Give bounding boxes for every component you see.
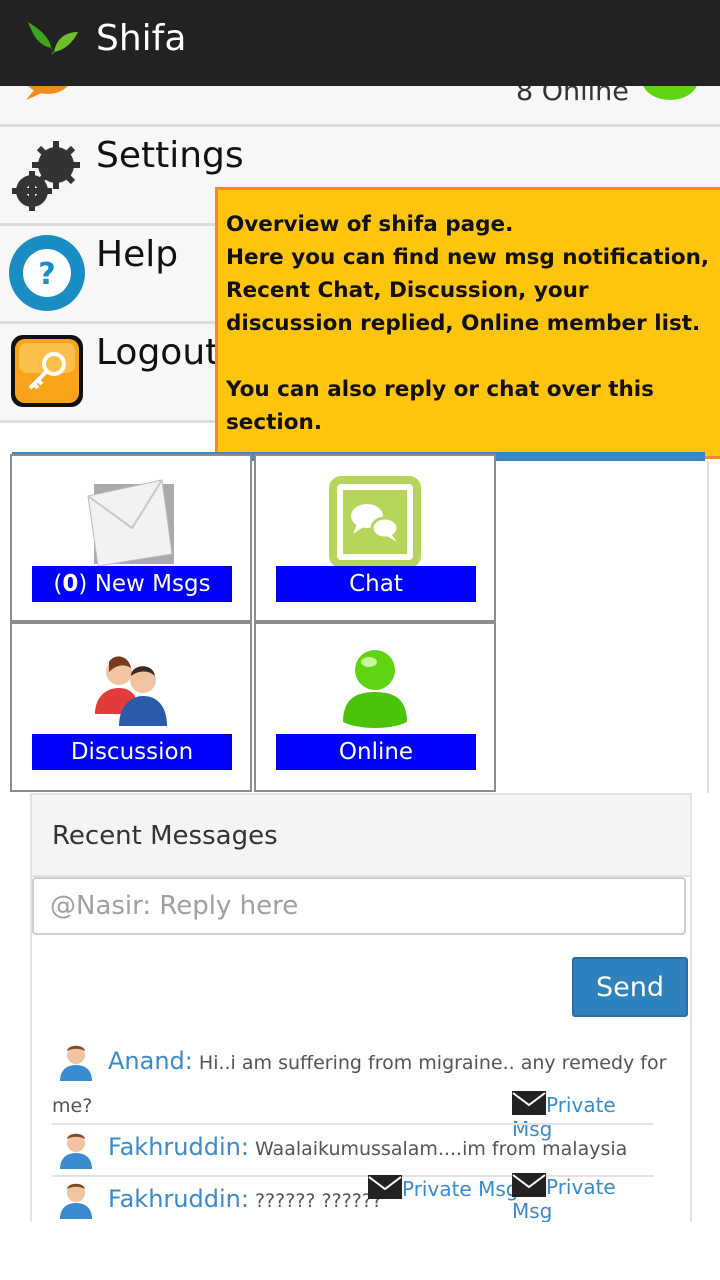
tile-label-discussion: Discussion (32, 734, 232, 770)
callout-line-2: Here you can find new msg notification, … (226, 245, 710, 336)
recent-messages-panel: Recent Messages Send Anand: Hi..i am suf… (30, 793, 692, 1225)
message-text: ?????? ?????? (248, 1190, 383, 1212)
overview-callout: Overview of shifa page. Here you can fin… (215, 187, 720, 459)
svg-text:?: ? (38, 257, 55, 292)
app-bar: Shifa (0, 0, 720, 86)
private-msg-link[interactable]: Private Msg (512, 1173, 654, 1223)
menu-label-help: Help (96, 234, 179, 275)
message-item: Fakhruddin: ?????? ?????? Private Msg Pr… (52, 1173, 654, 1225)
message-author[interactable]: Fakhruddin: (108, 1133, 249, 1161)
message-item: Fakhruddin: Waalaikumussalam....im from … (52, 1129, 654, 1175)
callout-line-3: You can also reply or chat over this sec… (226, 377, 654, 435)
app-title: Shifa (96, 18, 187, 59)
message-divider (52, 1123, 654, 1125)
user-avatar-icon (60, 1045, 92, 1081)
message-text: Hi..i am suffering from migraine.. any r… (192, 1052, 667, 1074)
bottom-spacer (0, 1222, 720, 1280)
private-msg-link[interactable]: Private Msg (368, 1175, 518, 1201)
people-icon (95, 656, 167, 726)
envelope-small-icon (368, 1175, 402, 1199)
message-text: Waalaikumussalam....im from malaysia (248, 1138, 628, 1160)
envelope-small-icon (512, 1091, 546, 1115)
new-msgs-count: 0 (62, 571, 79, 597)
online-user-icon (643, 86, 697, 100)
leaf-logo-icon (28, 22, 78, 55)
message-author[interactable]: Anand: (108, 1047, 193, 1075)
gears-icon (12, 141, 80, 211)
menu-item-overview-partial[interactable]: 8 Online (0, 86, 720, 127)
callout-line-1: Overview of shifa page. (226, 212, 514, 237)
recent-messages-title: Recent Messages (52, 821, 278, 851)
user-avatar-icon (60, 1133, 92, 1169)
tile-label-chat: Chat (276, 566, 476, 602)
tile-online[interactable]: Online (254, 622, 496, 792)
menu-label-settings: Settings (96, 135, 244, 176)
user-avatar-icon (60, 1183, 92, 1219)
reply-input[interactable] (32, 877, 686, 935)
message-item: Anand: Hi..i am suffering from migraine.… (52, 1043, 666, 1141)
envelope-small-icon (512, 1173, 546, 1197)
message-line: Fakhruddin: Waalaikumussalam....im from … (108, 1133, 668, 1161)
envelope-icon (87, 479, 174, 566)
tile-discussion[interactable]: Discussion (10, 622, 252, 792)
menu-label-logout: Logout (96, 332, 220, 373)
dashboard-tiles: (0) New Msgs Chat Discussion Online (10, 452, 709, 793)
online-count: 8 Online (516, 86, 629, 107)
tile-chat[interactable]: Chat (254, 454, 496, 622)
send-button[interactable]: Send (572, 957, 688, 1017)
tile-label-new-msgs: (0) New Msgs (32, 566, 232, 602)
tile-new-msgs[interactable]: (0) New Msgs (10, 454, 252, 622)
tile-label-online: Online (276, 734, 476, 770)
tiles-empty-panel (499, 461, 709, 793)
message-author[interactable]: Fakhruddin: (108, 1185, 249, 1213)
chat-icon (329, 476, 421, 568)
recent-messages-header: Recent Messages (32, 795, 690, 877)
message-text-continued: me? (52, 1095, 93, 1117)
help-icon: ? (9, 235, 85, 311)
key-icon (11, 335, 83, 407)
message-line: Anand: Hi..i am suffering from migraine.… (108, 1047, 668, 1075)
online-user-icon (343, 650, 407, 728)
chat-bubble-icon (26, 86, 69, 100)
